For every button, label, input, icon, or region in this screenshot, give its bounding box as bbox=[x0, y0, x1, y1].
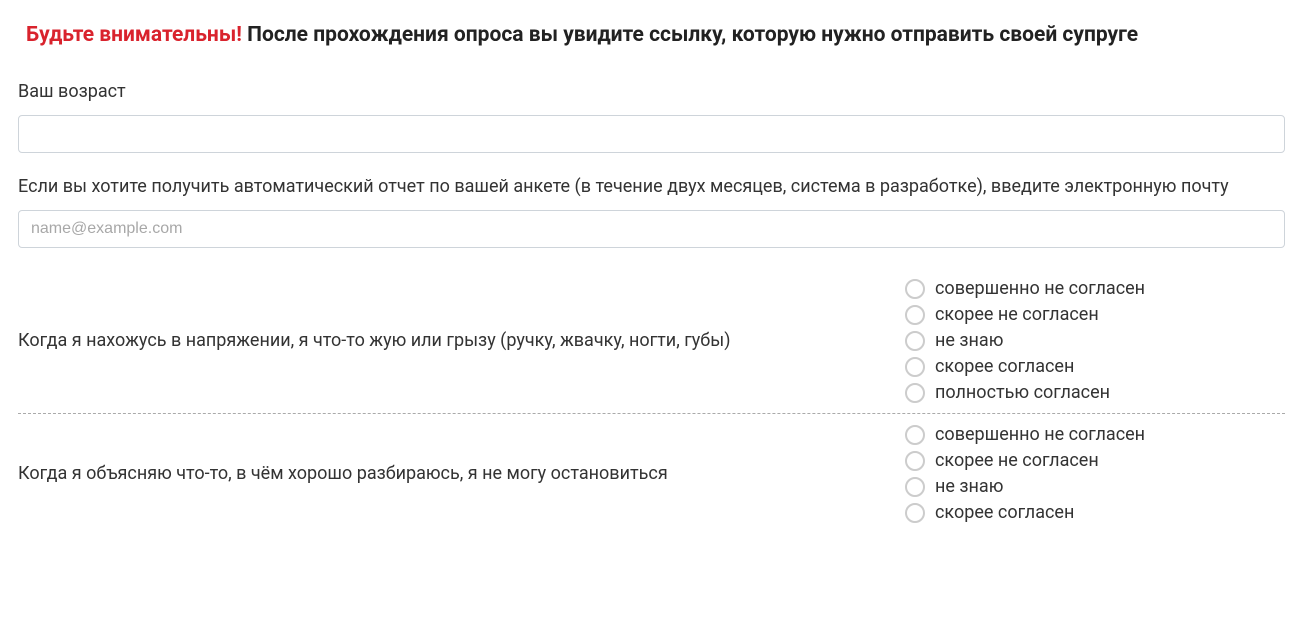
radio-label: полностью согласен bbox=[935, 382, 1110, 403]
radio-label: не знаю bbox=[935, 330, 1003, 351]
radio-label: не знаю bbox=[935, 476, 1003, 497]
radio-option[interactable]: не знаю bbox=[905, 330, 1285, 351]
radio-icon[interactable] bbox=[905, 357, 925, 377]
email-input[interactable] bbox=[18, 210, 1285, 248]
age-group: Ваш возраст bbox=[18, 78, 1285, 153]
radio-option[interactable]: скорее согласен bbox=[905, 502, 1285, 523]
age-label: Ваш возраст bbox=[18, 78, 1285, 105]
survey-header: Будьте внимательны! После прохождения оп… bbox=[18, 20, 1285, 50]
radio-icon[interactable] bbox=[905, 331, 925, 351]
radio-icon[interactable] bbox=[905, 451, 925, 471]
radio-option[interactable]: не знаю bbox=[905, 476, 1285, 497]
question-text: Когда я объясняю что-то, в чём хорошо ра… bbox=[18, 463, 905, 484]
options-column: совершенно не согласен скорее не согласен… bbox=[905, 278, 1285, 403]
radio-option[interactable]: скорее согласен bbox=[905, 356, 1285, 377]
radio-icon[interactable] bbox=[905, 305, 925, 325]
radio-icon[interactable] bbox=[905, 383, 925, 403]
radio-option[interactable]: совершенно не согласен bbox=[905, 278, 1285, 299]
radio-label: скорее согласен bbox=[935, 356, 1074, 377]
radio-icon[interactable] bbox=[905, 425, 925, 445]
age-input[interactable] bbox=[18, 115, 1285, 153]
radio-label: скорее не согласен bbox=[935, 450, 1099, 471]
radio-icon[interactable] bbox=[905, 279, 925, 299]
header-warning: Будьте внимательны! bbox=[26, 23, 242, 47]
radio-icon[interactable] bbox=[905, 503, 925, 523]
radio-option[interactable]: скорее не согласен bbox=[905, 450, 1285, 471]
options-column: совершенно не согласен скорее не согласен… bbox=[905, 424, 1285, 523]
radio-label: скорее не согласен bbox=[935, 304, 1099, 325]
radio-option[interactable]: скорее не согласен bbox=[905, 304, 1285, 325]
question-text: Когда я нахожусь в напряжении, я что-то … bbox=[18, 330, 905, 351]
email-group: Если вы хотите получить автоматический о… bbox=[18, 173, 1285, 248]
radio-icon[interactable] bbox=[905, 477, 925, 497]
radio-label: совершенно не согласен bbox=[935, 424, 1145, 445]
radio-label: совершенно не согласен bbox=[935, 278, 1145, 299]
radio-option[interactable]: совершенно не согласен bbox=[905, 424, 1285, 445]
radio-label: скорее согласен bbox=[935, 502, 1074, 523]
radio-option[interactable]: полностью согласен bbox=[905, 382, 1285, 403]
header-message: После прохождения опроса вы увидите ссыл… bbox=[247, 23, 1138, 47]
question-row: Когда я нахожусь в напряжении, я что-то … bbox=[18, 268, 1285, 414]
email-label: Если вы хотите получить автоматический о… bbox=[18, 173, 1285, 200]
question-row: Когда я объясняю что-то, в чём хорошо ра… bbox=[18, 414, 1285, 533]
